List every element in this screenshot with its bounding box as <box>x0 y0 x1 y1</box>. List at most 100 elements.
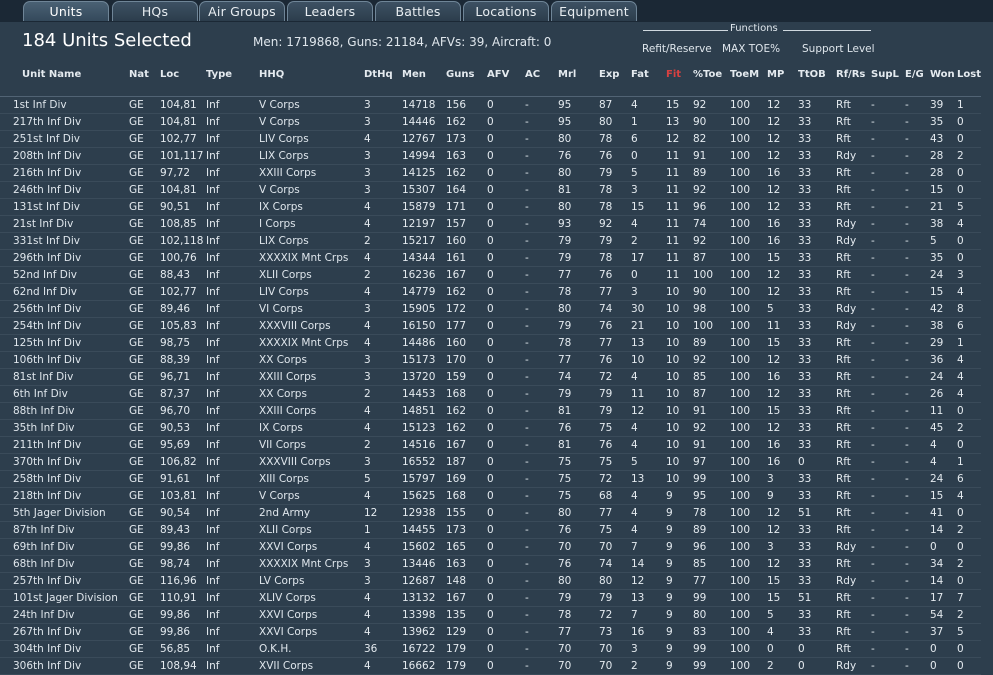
column-header-afv[interactable]: AFV <box>487 64 525 84</box>
cell-unit-name[interactable]: 331st Inf Div <box>0 232 129 250</box>
cell-unit-name[interactable]: 251st Inf Div <box>0 130 129 148</box>
column-header-guns[interactable]: Guns <box>446 64 487 84</box>
table-row[interactable]: 218th Inf Div GE 103,81 Inf V Corps 4 15625 168… <box>0 487 981 505</box>
table-row[interactable]: 258th Inf Div GE 91,61 Inf XIII Corps 5 15797 1… <box>0 470 981 488</box>
cell-unit-name[interactable]: 370th Inf Div <box>0 453 129 471</box>
cell-unit-name[interactable]: 69th Inf Div <box>0 538 129 556</box>
column-header-ac[interactable]: AC <box>525 64 558 84</box>
tab-units[interactable]: Units <box>23 1 109 21</box>
table-row[interactable]: 81st Inf Div GE 96,71 Inf XXIII Corps 3 13720 1… <box>0 368 981 386</box>
cell-unit-name[interactable]: 24th Inf Div <box>0 606 129 624</box>
cell-unit-name[interactable]: 246th Inf Div <box>0 181 129 199</box>
cell-unit-name[interactable]: 258th Inf Div <box>0 470 129 488</box>
cell-unit-name[interactable]: 62nd Inf Div <box>0 283 129 301</box>
cell-unit-name[interactable]: 296th Inf Div <box>0 249 129 267</box>
column-header-type[interactable]: Type <box>206 64 259 84</box>
table-row[interactable]: 254th Inf Div GE 105,83 Inf XXXVIII Corps 4 16… <box>0 317 981 335</box>
cell-unit-name[interactable]: 211th Inf Div <box>0 436 129 454</box>
tab-battles[interactable]: Battles <box>375 1 461 21</box>
table-row[interactable]: 256th Inf Div GE 89,46 Inf VI Corps 3 15905 172… <box>0 300 981 318</box>
cell-unit-name[interactable]: 6th Inf Div <box>0 385 129 403</box>
cell-unit-name[interactable]: 208th Inf Div <box>0 147 129 165</box>
cell-unit-name[interactable]: 5th Jager Division <box>0 504 129 522</box>
cell-unit-name[interactable]: 35th Inf Div <box>0 419 129 437</box>
cell-unit-name[interactable]: 256th Inf Div <box>0 300 129 318</box>
column-header-eg[interactable]: E/G <box>905 64 930 84</box>
cell-unit-name[interactable]: 81st Inf Div <box>0 368 129 386</box>
tab-locations[interactable]: Locations <box>463 1 549 21</box>
table-row[interactable]: 370th Inf Div GE 106,82 Inf XXXVIII Corps 3 16… <box>0 453 981 471</box>
column-header-rf-rs[interactable]: Rf/Rs <box>836 64 871 84</box>
table-row[interactable]: 267th Inf Div GE 99,86 Inf XXVI Corps 4 13962 1… <box>0 623 981 641</box>
table-row[interactable]: 69th Inf Div GE 99,86 Inf XXVI Corps 4 15602 16… <box>0 538 981 556</box>
column-header-ttob[interactable]: TtOB <box>798 64 836 84</box>
column-header-nat[interactable]: Nat <box>129 64 160 84</box>
tab-hqs[interactable]: HQs <box>112 1 198 21</box>
table-row[interactable]: 52nd Inf Div GE 88,43 Inf XLII Corps 2 16236 16… <box>0 266 981 284</box>
column-header-loc[interactable]: Loc <box>160 64 206 84</box>
table-row[interactable]: 1st Inf Div GE 104,81 Inf V Corps 3 14718 156 0-… <box>0 96 981 114</box>
cell-fit: 10 <box>666 317 693 335</box>
table-row[interactable]: 87th Inf Div GE 89,43 Inf XLII Corps 1 14455 17… <box>0 521 981 539</box>
tab-leaders[interactable]: Leaders <box>287 1 373 21</box>
column-header-unit-name[interactable]: Unit Name <box>0 64 129 84</box>
table-row[interactable]: 125th Inf Div GE 98,75 Inf XXXXIX Mnt Crps 4 1… <box>0 334 981 352</box>
table-row[interactable]: 251st Inf Div GE 102,77 Inf LIV Corps 4 12767 1… <box>0 130 981 148</box>
column-header-mp[interactable]: MP <box>767 64 798 84</box>
cell-unit-name[interactable]: 216th Inf Div <box>0 164 129 182</box>
column-header-fat[interactable]: Fat <box>631 64 666 84</box>
table-row[interactable]: 35th Inf Div GE 90,53 Inf IX Corps 4 15123 162 0… <box>0 419 981 437</box>
table-row[interactable]: 62nd Inf Div GE 102,77 Inf LIV Corps 4 14779 16… <box>0 283 981 301</box>
column-header-supl[interactable]: SupL <box>871 64 905 84</box>
tab-air-groups[interactable]: Air Groups <box>199 1 285 21</box>
table-row[interactable]: 131st Inf Div GE 90,51 Inf IX Corps 4 15879 171… <box>0 198 981 216</box>
column-header-toe-pct[interactable]: %Toe <box>693 64 730 84</box>
cell-unit-name[interactable]: 101st Jager Division <box>0 589 129 607</box>
column-header-hhq[interactable]: HHQ <box>259 64 364 84</box>
table-row[interactable]: 6th Inf Div GE 87,37 Inf XX Corps 2 14453 168 0-… <box>0 385 981 403</box>
column-header-fit[interactable]: Fit <box>666 64 693 84</box>
table-row[interactable]: 208th Inf Div GE 101,117 Inf LIX Corps 3 14994… <box>0 147 981 165</box>
cell-unit-name[interactable]: 87th Inf Div <box>0 521 129 539</box>
table-row[interactable]: 331st Inf Div GE 102,118 Inf LIX Corps 2 15217… <box>0 232 981 250</box>
table-row[interactable]: 304th Inf Div GE 56,85 Inf O.K.H. 36 16722 179 0… <box>0 640 981 658</box>
table-row[interactable]: 257th Inf Div GE 116,96 Inf LV Corps 3 12687 14… <box>0 572 981 590</box>
cell-unit-name[interactable]: 218th Inf Div <box>0 487 129 505</box>
cell-unit-name[interactable]: 88th Inf Div <box>0 402 129 420</box>
cell-unit-name[interactable]: 267th Inf Div <box>0 623 129 641</box>
cell-unit-name[interactable]: 217th Inf Div <box>0 113 129 131</box>
column-header-toem[interactable]: ToeM <box>730 64 767 84</box>
table-row[interactable]: 21st Inf Div GE 108,85 Inf I Corps 4 12197 157 0… <box>0 215 981 233</box>
column-header-men[interactable]: Men <box>402 64 446 84</box>
cell-unit-name[interactable]: 257th Inf Div <box>0 572 129 590</box>
table-row[interactable]: 5th Jager Division GE 90,54 Inf 2nd Army 12 12… <box>0 504 981 522</box>
table-row[interactable]: 216th Inf Div GE 97,72 Inf XXIII Corps 3 14125… <box>0 164 981 182</box>
cell-unit-name[interactable]: 304th Inf Div <box>0 640 129 658</box>
table-row[interactable]: 211th Inf Div GE 95,69 Inf VII Corps 2 14516 16… <box>0 436 981 454</box>
table-row[interactable]: 106th Inf Div GE 88,39 Inf XX Corps 3 15173 170… <box>0 351 981 369</box>
column-header-won[interactable]: Won <box>930 64 957 84</box>
table-row[interactable]: 88th Inf Div GE 96,70 Inf XXIII Corps 4 14851 1… <box>0 402 981 420</box>
cell-unit-name[interactable]: 125th Inf Div <box>0 334 129 352</box>
cell-unit-name[interactable]: 1st Inf Div <box>0 96 129 114</box>
refit-reserve-button[interactable]: Refit/Reserve <box>642 43 712 55</box>
column-header-exp[interactable]: Exp <box>599 64 631 84</box>
table-row[interactable]: 296th Inf Div GE 100,76 Inf XXXXIX Mnt Crps 4… <box>0 249 981 267</box>
column-header-mrl[interactable]: Mrl <box>558 64 599 84</box>
cell-unit-name[interactable]: 254th Inf Div <box>0 317 129 335</box>
table-row[interactable]: 246th Inf Div GE 104,81 Inf V Corps 3 15307 164… <box>0 181 981 199</box>
table-row[interactable]: 217th Inf Div GE 104,81 Inf V Corps 3 14446 162… <box>0 113 981 131</box>
cell-unit-name[interactable]: 52nd Inf Div <box>0 266 129 284</box>
tab-equipment[interactable]: Equipment <box>551 1 637 21</box>
support-level-button[interactable]: Support Level <box>802 43 875 55</box>
table-row[interactable]: 24th Inf Div GE 99,86 Inf XXVI Corps 4 13398 13… <box>0 606 981 624</box>
column-header-lost[interactable]: Lost <box>957 64 981 84</box>
cell-unit-name[interactable]: 68th Inf Div <box>0 555 129 573</box>
column-header-dthq[interactable]: DtHq <box>364 64 402 84</box>
cell-unit-name[interactable]: 131st Inf Div <box>0 198 129 216</box>
table-row[interactable]: 101st Jager Division GE 110,91 Inf XLIV Corp… <box>0 589 981 607</box>
cell-unit-name[interactable]: 21st Inf Div <box>0 215 129 233</box>
table-row[interactable]: 68th Inf Div GE 98,74 Inf XXXXIX Mnt Crps 3 13… <box>0 555 981 573</box>
cell-unit-name[interactable]: 106th Inf Div <box>0 351 129 369</box>
max-toe-button[interactable]: MAX TOE% <box>722 43 780 55</box>
